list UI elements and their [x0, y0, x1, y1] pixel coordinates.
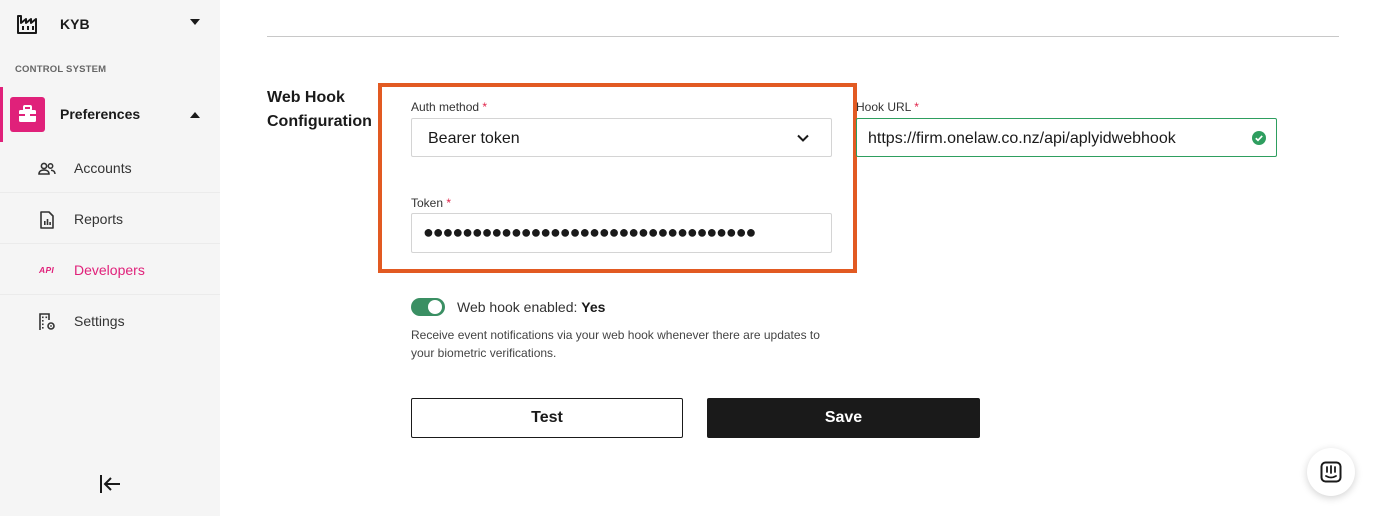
- sidebar-item-label: Settings: [74, 313, 125, 329]
- hook-url-value: https://firm.onelaw.co.nz/api/aplyidwebh…: [868, 130, 1176, 147]
- section-divider: [267, 36, 1339, 37]
- toggle-state-text: Yes: [581, 299, 606, 315]
- settings-building-icon: [39, 313, 55, 330]
- users-icon: [38, 162, 56, 175]
- caret-up-icon: [190, 112, 200, 118]
- auth-method-select[interactable]: Bearer token: [411, 118, 832, 157]
- section-label: CONTROL SYSTEM: [15, 64, 107, 75]
- sidebar: KYB CONTROL SYSTEM Preferences Accounts …: [0, 0, 220, 516]
- sidebar-item-preferences[interactable]: Preferences: [0, 87, 220, 142]
- auth-method-value: Bearer token: [428, 130, 520, 147]
- help-text: Receive event notifications via your web…: [411, 328, 820, 360]
- required-mark: *: [482, 100, 488, 114]
- token-field[interactable]: ●●●●●●●●●●●●●●●●●●●●●●●●●●●●●●●●●●: [411, 213, 832, 253]
- chevron-down-icon: [797, 134, 809, 142]
- sidebar-item-accounts[interactable]: Accounts: [0, 143, 220, 193]
- toggle-knob: [428, 300, 442, 314]
- collapse-left-icon[interactable]: [98, 472, 122, 496]
- sidebar-item-label: Reports: [74, 211, 124, 227]
- sidebar-item-label: Accounts: [74, 160, 132, 176]
- toolbox-icon: [10, 97, 45, 132]
- sidebar-item-label: Developers: [74, 262, 145, 278]
- org-switcher[interactable]: KYB: [0, 0, 220, 48]
- hook-url-field[interactable]: https://firm.onelaw.co.nz/api/aplyidwebh…: [856, 118, 1277, 157]
- app: KYB CONTROL SYSTEM Preferences Accounts …: [0, 0, 1375, 516]
- auth-method-label-text: Auth method: [411, 100, 480, 114]
- hook-url-label-text: Hook URL: [856, 100, 911, 114]
- sidebar-item-settings[interactable]: Settings: [0, 296, 220, 346]
- webhook-enabled-toggle[interactable]: [411, 298, 445, 316]
- save-button[interactable]: Save: [707, 398, 980, 438]
- chat-launcher-button[interactable]: [1307, 448, 1355, 496]
- sidebar-item-reports[interactable]: Reports: [0, 194, 220, 244]
- section-title: Web Hook Configuration: [267, 89, 372, 130]
- required-mark: *: [446, 196, 452, 210]
- sidebar-item-developers[interactable]: API Developers: [0, 245, 220, 295]
- sidebar-item-label: Preferences: [60, 106, 141, 122]
- token-value: ●●●●●●●●●●●●●●●●●●●●●●●●●●●●●●●●●●: [423, 222, 756, 242]
- token-label: Token *: [411, 196, 451, 210]
- test-button[interactable]: Test: [411, 398, 683, 438]
- api-icon: API: [39, 265, 55, 275]
- auth-method-label: Auth method *: [411, 100, 487, 114]
- check-circle-icon: [1252, 131, 1266, 145]
- factory-icon: [17, 15, 37, 34]
- org-name: KYB: [60, 16, 90, 32]
- toggle-label-text: Web hook enabled:: [457, 299, 578, 315]
- active-indicator: [0, 87, 3, 142]
- caret-down-icon: [190, 19, 200, 25]
- chat-icon: [1320, 461, 1342, 483]
- report-document-icon: [40, 211, 54, 229]
- token-label-text: Token: [411, 196, 444, 210]
- required-mark: *: [914, 100, 919, 114]
- webhook-enabled-label: Web hook enabled: Yes: [457, 299, 605, 315]
- hook-url-label: Hook URL *: [856, 100, 919, 114]
